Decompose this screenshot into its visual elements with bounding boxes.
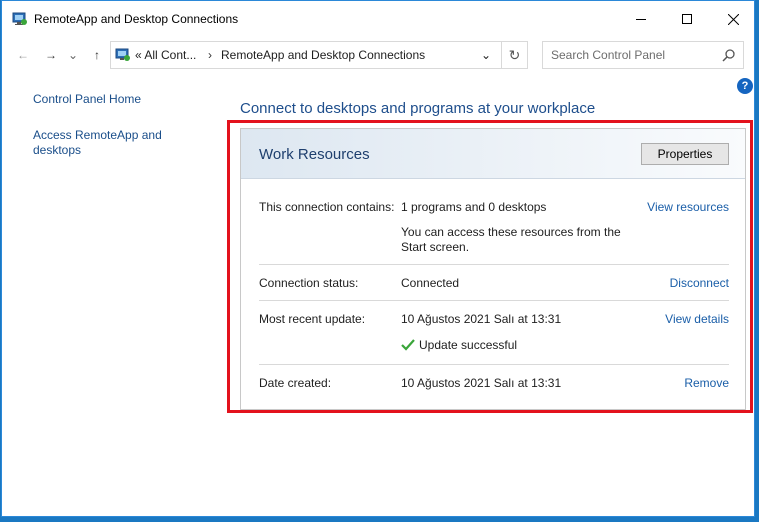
address-dropdown-button[interactable]: ⌄	[473, 42, 499, 68]
back-arrow-icon: ←	[17, 48, 29, 62]
breadcrumb-separator[interactable]: ›	[208, 48, 212, 62]
chevron-down-icon: ⌄	[480, 48, 492, 62]
panel-header: Work Resources Properties	[241, 129, 745, 179]
close-button[interactable]	[710, 1, 756, 37]
contains-label: This connection contains:	[259, 200, 395, 214]
window-title: RemoteApp and Desktop Connections	[34, 12, 239, 26]
title-bar[interactable]: RemoteApp and Desktop Connections	[2, 1, 754, 37]
search-icon[interactable]	[721, 47, 737, 63]
divider	[259, 264, 729, 265]
view-resources-link[interactable]: View resources	[647, 200, 729, 214]
work-resources-panel: Work Resources Properties This connectio…	[240, 128, 746, 410]
remove-link[interactable]: Remove	[684, 376, 729, 390]
created-value: 10 Ağustos 2021 Salı at 13:31	[401, 376, 562, 390]
minimize-icon	[636, 18, 646, 20]
contains-note: You can access these resources from the …	[401, 225, 621, 254]
contains-value: 1 programs and 0 desktops	[401, 200, 547, 214]
chevron-down-icon: ⌄	[67, 48, 79, 62]
page-heading: Connect to desktops and programs at your…	[240, 100, 596, 117]
properties-button[interactable]: Properties	[641, 143, 729, 165]
help-icon[interactable]: ?	[737, 78, 753, 94]
app-window: RemoteApp and Desktop Connections ← → ⌄ …	[1, 0, 755, 517]
breadcrumb-all-control-panel[interactable]: « All Cont...	[135, 48, 196, 62]
control-panel-home-link[interactable]: Control Panel Home	[33, 92, 141, 107]
recent-locations-button[interactable]: ⌄	[66, 43, 80, 67]
status-label: Connection status:	[259, 276, 359, 290]
disconnect-link[interactable]: Disconnect	[670, 276, 729, 290]
control-panel-icon	[115, 48, 130, 61]
maximize-icon	[682, 14, 692, 24]
refresh-icon: ↻	[508, 46, 521, 63]
created-label: Date created:	[259, 376, 332, 390]
search-box[interactable]	[542, 41, 744, 69]
forward-arrow-icon: →	[45, 48, 57, 62]
view-details-link[interactable]: View details	[665, 312, 729, 326]
divider	[259, 364, 729, 365]
status-value: Connected	[401, 276, 460, 290]
panel-title: Work Resources	[259, 146, 370, 163]
remoteapp-icon	[12, 12, 27, 25]
breadcrumb-remoteapp[interactable]: RemoteApp and Desktop Connections	[221, 48, 425, 62]
update-label: Most recent update:	[259, 312, 366, 326]
checkmark-icon	[401, 339, 415, 351]
up-button[interactable]: ↑	[86, 43, 108, 67]
up-arrow-icon: ↑	[94, 48, 100, 62]
close-icon	[727, 13, 739, 25]
maximize-button[interactable]	[664, 1, 710, 37]
update-status-text: Update successful	[419, 338, 518, 352]
divider	[259, 300, 729, 301]
address-bar[interactable]: « All Cont... › RemoteApp and Desktop Co…	[110, 41, 528, 69]
access-remoteapp-link[interactable]: Access RemoteApp and desktops	[33, 128, 173, 158]
forward-button[interactable]: →	[40, 43, 62, 67]
search-input[interactable]	[543, 42, 713, 68]
back-button[interactable]: ←	[12, 43, 34, 67]
refresh-button[interactable]: ↻	[501, 42, 527, 68]
update-value: 10 Ağustos 2021 Salı at 13:31	[401, 312, 562, 326]
minimize-button[interactable]	[618, 1, 664, 37]
